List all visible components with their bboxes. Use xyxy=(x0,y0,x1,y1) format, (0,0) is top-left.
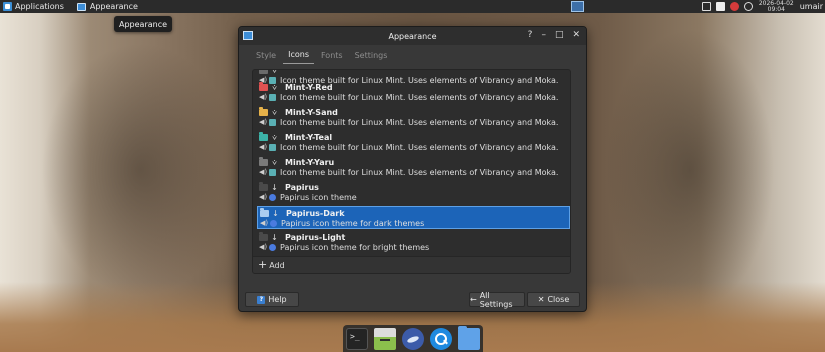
display-icon[interactable] xyxy=(701,2,711,11)
help-icon: ? xyxy=(257,295,266,304)
papirus-badge-icon xyxy=(269,193,276,201)
clock[interactable]: 2026-04-02 09:04 xyxy=(759,0,794,13)
applications-menu[interactable]: Applications xyxy=(0,0,67,13)
power-icon[interactable] xyxy=(743,2,753,11)
tab-bar: Style Icons Fonts Settings xyxy=(239,45,586,65)
theme-row[interactable]: ⩒ Mint-Y-Teal ◀) Icon theme built for Linux… xyxy=(257,131,570,154)
theme-name: Mint-Y-Red xyxy=(285,82,333,92)
taskbar-tooltip: Appearance xyxy=(114,16,173,32)
theme-row[interactable]: ↓ Papirus ◀) Papirus icon theme xyxy=(257,181,570,204)
theme-name: Mint-Y-Sand xyxy=(285,107,338,117)
window-close-button[interactable]: ✕ xyxy=(572,30,580,40)
applications-label: Applications xyxy=(15,2,64,11)
download-arrow-icon: ⩒ xyxy=(272,82,277,92)
close-label: Close xyxy=(547,295,570,304)
download-arrow-icon: ↓ xyxy=(271,232,278,242)
theme-description: Icon theme built for Linux Mint. Uses el… xyxy=(280,142,559,152)
help-button[interactable]: ? Help xyxy=(245,292,299,307)
tab-fonts[interactable]: Fonts xyxy=(316,47,348,64)
window-help-button[interactable]: ? xyxy=(528,30,533,40)
folder-icon xyxy=(259,181,268,191)
taskbar-item-appearance[interactable]: Appearance xyxy=(71,0,144,13)
theme-description: Papirus icon theme xyxy=(280,192,357,202)
theme-description: Icon theme built for Linux Mint. Uses el… xyxy=(280,117,559,127)
window-minimize-button[interactable]: – xyxy=(541,30,546,40)
top-panel: Applications Appearance 2026-04-02 09:04… xyxy=(0,0,825,13)
theme-row[interactable]: ⩒ Mint-Y-Red ◀) Icon theme built for Linux … xyxy=(257,81,570,104)
speaker-icon: ◀) xyxy=(259,168,268,176)
file-manager-icon[interactable] xyxy=(374,327,396,350)
files-folder-icon[interactable] xyxy=(458,325,480,350)
search-icon[interactable] xyxy=(430,327,452,350)
folder-icon xyxy=(259,81,268,91)
back-arrow-icon: ← xyxy=(470,295,477,304)
user-menu[interactable]: umair xyxy=(800,2,823,11)
tab-style[interactable]: Style xyxy=(251,47,281,64)
applications-logo-icon xyxy=(3,2,12,11)
mint-badge-icon xyxy=(269,93,276,101)
speaker-icon: ◀) xyxy=(259,93,268,101)
close-button[interactable]: ✕ Close xyxy=(527,292,580,307)
theme-description: Icon theme built for Linux Mint. Uses el… xyxy=(280,92,559,102)
theme-name: Mint-Y-Yaru xyxy=(285,157,335,167)
theme-description: Papirus icon theme for dark themes xyxy=(281,218,425,228)
speaker-icon: ◀) xyxy=(260,219,269,227)
download-arrow-icon: ⩒ xyxy=(272,132,277,142)
download-arrow-icon: ↓ xyxy=(272,208,279,218)
theme-name: Mint-Y-Teal xyxy=(285,132,333,142)
speaker-icon: ◀) xyxy=(259,193,268,201)
dock xyxy=(343,325,483,352)
theme-name: Papirus-Dark xyxy=(286,208,345,218)
add-label: Add xyxy=(269,260,285,270)
appearance-dialog: Appearance ? – □ ✕ Style Icons Fonts Set… xyxy=(238,26,587,312)
folder-icon xyxy=(259,106,268,116)
folder-icon xyxy=(259,70,268,74)
mint-badge-icon xyxy=(269,143,276,151)
theme-name: Papirus-Light xyxy=(285,232,346,242)
download-arrow-icon: ⩒ xyxy=(272,69,277,75)
workspace-switcher[interactable] xyxy=(570,1,584,12)
icon-theme-list[interactable]: ⩒ ◀) Icon theme built for Linux Mint. Uses… xyxy=(252,69,571,274)
theme-description: Icon theme built for Linux Mint. Uses el… xyxy=(280,167,559,177)
theme-description: Papirus icon theme for bright themes xyxy=(280,242,430,252)
papirus-badge-icon xyxy=(269,243,276,251)
folder-icon xyxy=(259,156,268,166)
speaker-icon: ◀) xyxy=(259,118,268,126)
download-arrow-icon: ↓ xyxy=(271,182,278,192)
speaker-icon: ◀) xyxy=(259,243,268,251)
folder-icon xyxy=(259,131,268,141)
update-notifier-icon[interactable] xyxy=(729,2,739,11)
window-maximize-button[interactable]: □ xyxy=(555,30,564,40)
clipboard-icon[interactable] xyxy=(715,2,725,11)
terminal-icon[interactable] xyxy=(346,327,368,350)
download-arrow-icon: ⩒ xyxy=(272,157,277,167)
theme-row[interactable]: ⩒ Mint-Y-Sand ◀) Icon theme built for Linux… xyxy=(257,106,570,129)
mint-badge-icon xyxy=(269,168,276,176)
theme-row[interactable]: ↓ Papirus-Light ◀) Papirus icon theme for b… xyxy=(257,231,570,254)
papirus-badge-icon xyxy=(270,219,277,227)
taskbar-item-label: Appearance xyxy=(89,2,138,11)
folder-icon xyxy=(259,231,268,241)
add-button[interactable]: + Add xyxy=(253,256,570,273)
help-label: Help xyxy=(268,295,287,304)
all-settings-button[interactable]: ← All Settings xyxy=(469,290,525,309)
web-browser-icon[interactable] xyxy=(402,327,424,350)
dialog-titlebar[interactable]: Appearance ? – □ ✕ xyxy=(239,27,586,45)
theme-row[interactable]: ⩒ Mint-Y-Yaru ◀) Icon theme built for Linux… xyxy=(257,156,570,179)
tab-icons[interactable]: Icons xyxy=(283,46,314,64)
clock-time: 09:04 xyxy=(767,5,785,13)
all-settings-label: All Settings xyxy=(479,290,513,309)
close-icon: ✕ xyxy=(537,295,545,304)
appearance-app-icon xyxy=(76,2,86,11)
tab-settings[interactable]: Settings xyxy=(350,47,393,64)
system-tray xyxy=(701,2,753,11)
download-arrow-icon: ⩒ xyxy=(272,107,277,117)
theme-row[interactable]: ↓ Papirus-Dark ◀) Papirus icon theme for da… xyxy=(257,206,570,229)
appearance-window-icon xyxy=(243,31,253,40)
folder-icon xyxy=(260,207,269,217)
speaker-icon: ◀) xyxy=(259,143,268,151)
mint-badge-icon xyxy=(269,118,276,126)
theme-name: Papirus xyxy=(285,182,319,192)
plus-icon: + xyxy=(258,258,268,271)
